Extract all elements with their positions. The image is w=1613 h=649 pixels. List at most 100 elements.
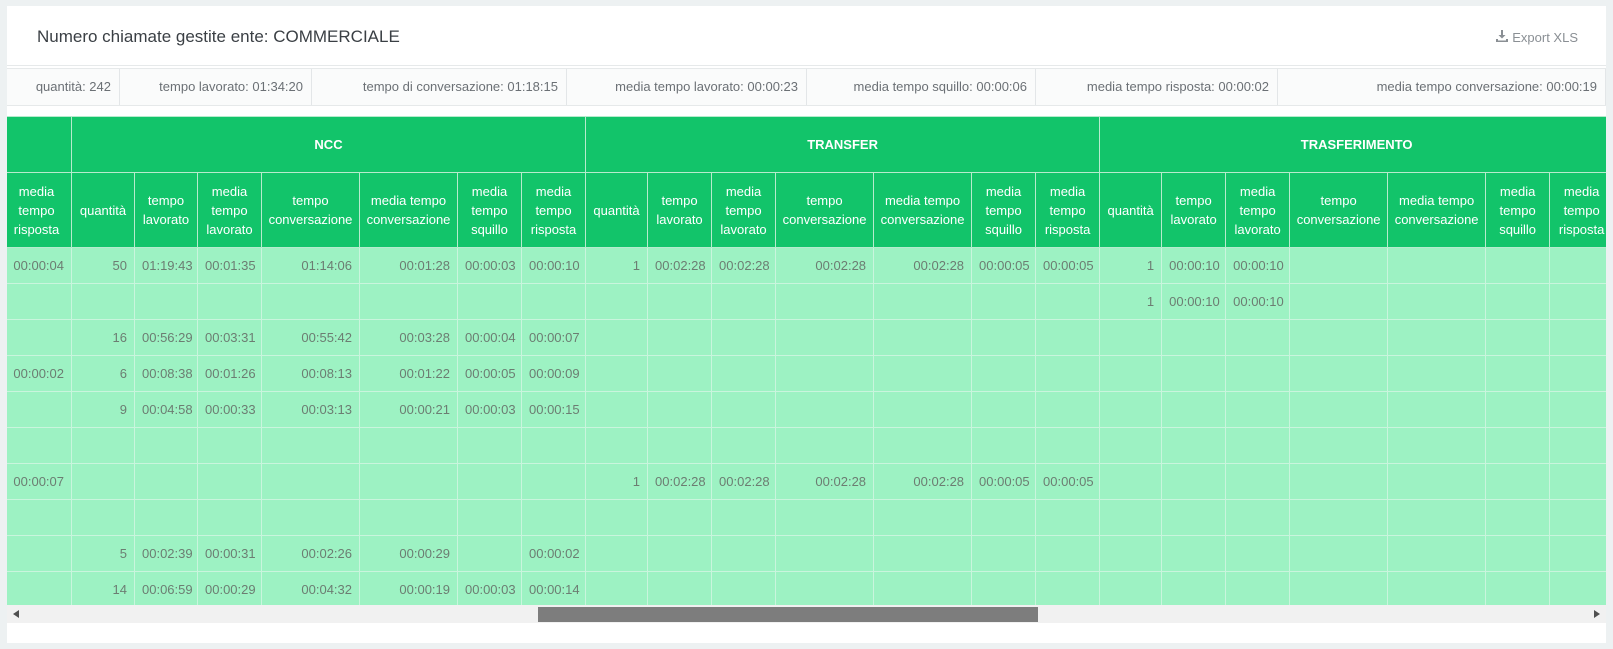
table-cell bbox=[359, 463, 458, 500]
column-header[interactable]: quantità bbox=[71, 172, 135, 248]
table-row: 00:00:02 6 00:08:38 00:01:26 00:08:13 00:01:2… bbox=[7, 355, 1606, 392]
table-cell bbox=[1289, 535, 1389, 572]
scroll-right-arrow-icon[interactable] bbox=[1594, 610, 1600, 618]
table-cell: 00:02:28 bbox=[775, 247, 875, 284]
column-header[interactable]: tempo lavorato bbox=[647, 172, 713, 248]
table-cell bbox=[1549, 571, 1606, 608]
table-cell bbox=[585, 499, 649, 536]
horizontal-scrollbar[interactable] bbox=[7, 605, 1606, 623]
column-header[interactable]: media tempo risposta bbox=[520, 172, 587, 248]
table-cell: 00:00:05 bbox=[1035, 247, 1101, 284]
table-cell: 6 bbox=[71, 355, 135, 392]
column-header[interactable]: media tempo conversazione bbox=[359, 172, 458, 248]
table-cell bbox=[971, 391, 1037, 428]
table-cell bbox=[1387, 319, 1487, 356]
column-header[interactable]: tempo conversazione bbox=[775, 172, 875, 248]
table-cell bbox=[197, 427, 262, 464]
table-cell bbox=[1099, 391, 1163, 428]
column-header[interactable]: media tempo squillo bbox=[457, 172, 522, 248]
table-cell: 1 bbox=[585, 463, 649, 500]
panel-header: Numero chiamate gestite ente: COMMERCIAL… bbox=[7, 6, 1606, 66]
column-header[interactable]: tempo conversazione bbox=[1289, 172, 1389, 248]
column-header[interactable]: tempo lavorato bbox=[134, 172, 198, 248]
table-cell bbox=[1387, 283, 1487, 320]
table-cell bbox=[1225, 463, 1291, 500]
group-header bbox=[7, 116, 72, 173]
table-cell bbox=[7, 571, 72, 608]
column-header[interactable]: media tempo risposta bbox=[7, 172, 72, 248]
table-cell bbox=[1485, 247, 1551, 284]
table-cell bbox=[585, 283, 649, 320]
table-cell: 00:03:28 bbox=[359, 319, 458, 356]
column-header[interactable]: media tempo squillo bbox=[1485, 172, 1551, 248]
table-cell: 00:01:26 bbox=[197, 355, 262, 392]
table-cell bbox=[1289, 283, 1389, 320]
table-cell bbox=[873, 319, 973, 356]
table-cell bbox=[457, 283, 522, 320]
table-cell: 00:00:03 bbox=[457, 391, 522, 428]
column-header[interactable]: media tempo lavorato bbox=[711, 172, 777, 248]
summary-item: tempo lavorato: 01:34:20 bbox=[120, 69, 312, 105]
table-cell: 00:04:58 bbox=[134, 391, 198, 428]
table-cell: 00:00:05 bbox=[457, 355, 522, 392]
table-row bbox=[7, 427, 1606, 464]
table-row: 00:00:07 1 00:02:28 00:02:28 00:02:28 00:02:2… bbox=[7, 463, 1606, 500]
table-cell: 00:02:28 bbox=[775, 463, 875, 500]
table-cell: 00:00:15 bbox=[520, 391, 587, 428]
summary-item: media tempo squillo: 00:00:06 bbox=[807, 69, 1036, 105]
table-cell bbox=[1289, 319, 1389, 356]
table-cell bbox=[520, 463, 587, 500]
column-header[interactable]: media tempo conversazione bbox=[873, 172, 973, 248]
column-header[interactable]: quantità bbox=[585, 172, 649, 248]
table-cell bbox=[1549, 463, 1606, 500]
column-header[interactable]: media tempo lavorato bbox=[1225, 172, 1291, 248]
table-cell bbox=[134, 499, 198, 536]
column-header[interactable]: tempo conversazione bbox=[261, 172, 360, 248]
column-header[interactable]: media tempo squillo bbox=[971, 172, 1037, 248]
table-cell bbox=[261, 499, 360, 536]
column-header[interactable]: media tempo lavorato bbox=[197, 172, 262, 248]
column-header[interactable]: quantità bbox=[1099, 172, 1163, 248]
column-header[interactable]: media tempo risposta bbox=[1549, 172, 1606, 248]
table-cell: 00:01:35 bbox=[197, 247, 262, 284]
column-header[interactable]: media tempo conversazione bbox=[1387, 172, 1487, 248]
table-cell: 00:00:33 bbox=[197, 391, 262, 428]
table-cell: 00:00:10 bbox=[1225, 247, 1291, 284]
table-cell: 00:00:03 bbox=[457, 571, 522, 608]
table-cell: 00:00:31 bbox=[197, 535, 262, 572]
table-cell bbox=[1549, 247, 1606, 284]
summary-item: media tempo risposta: 00:00:02 bbox=[1036, 69, 1278, 105]
data-grid-viewport[interactable]: NCC TRANSFER TRASFERIMENTO media tempo risp… bbox=[7, 116, 1606, 623]
table-cell bbox=[1485, 463, 1551, 500]
table-cell bbox=[971, 427, 1037, 464]
scroll-left-arrow-icon[interactable] bbox=[13, 610, 19, 618]
table-cell bbox=[585, 571, 649, 608]
table-cell bbox=[359, 499, 458, 536]
table-cell: 00:00:07 bbox=[7, 463, 72, 500]
table-cell bbox=[711, 499, 777, 536]
table-cell bbox=[1387, 571, 1487, 608]
scrollbar-thumb[interactable] bbox=[538, 607, 1038, 622]
table-cell bbox=[1485, 571, 1551, 608]
table-row: 16 00:56:29 00:03:31 00:55:42 00:03:28 00:00:… bbox=[7, 319, 1606, 356]
table-cell: 00:08:13 bbox=[261, 355, 360, 392]
table-cell: 00:02:28 bbox=[711, 247, 777, 284]
table-row: 5 00:02:39 00:00:31 00:02:26 00:00:29 00:00:0… bbox=[7, 535, 1606, 572]
group-header: NCC bbox=[70, 116, 587, 173]
export-label: Export XLS bbox=[1512, 30, 1578, 45]
column-header[interactable]: tempo lavorato bbox=[1161, 172, 1227, 248]
export-xls-button[interactable]: Export XLS bbox=[1496, 30, 1578, 45]
table-cell bbox=[1485, 355, 1551, 392]
table-cell: 00:00:10 bbox=[1161, 247, 1227, 284]
table-cell bbox=[711, 571, 777, 608]
table-cell bbox=[711, 427, 777, 464]
table-cell: 00:06:59 bbox=[134, 571, 198, 608]
table-cell bbox=[1035, 355, 1101, 392]
column-header[interactable]: media tempo risposta bbox=[1035, 172, 1101, 248]
table-cell bbox=[7, 535, 72, 572]
table-row: 9 00:04:58 00:00:33 00:03:13 00:00:21 00:00:0… bbox=[7, 391, 1606, 428]
table-cell bbox=[7, 283, 72, 320]
table-cell bbox=[1035, 499, 1101, 536]
table-cell bbox=[711, 355, 777, 392]
table-cell bbox=[1099, 571, 1163, 608]
